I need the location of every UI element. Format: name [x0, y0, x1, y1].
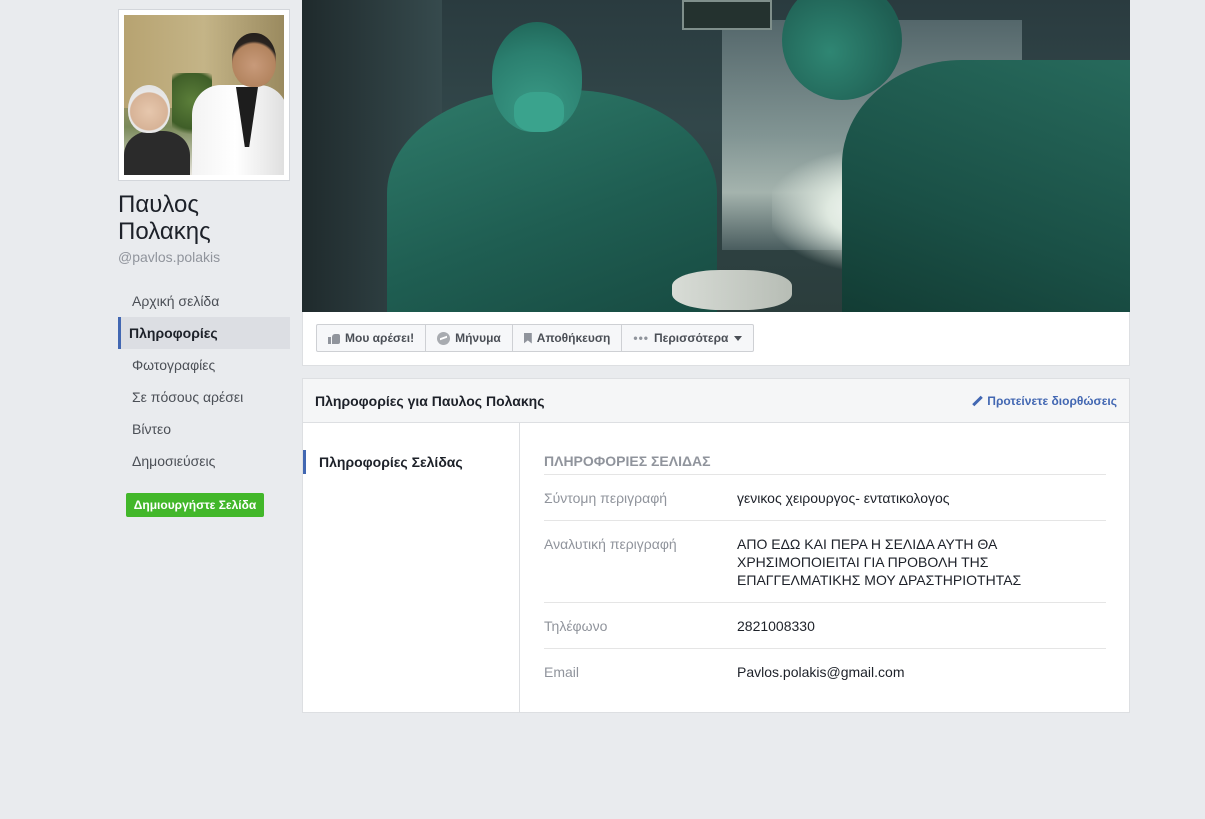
about-main: ΠΛΗΡΟΦΟΡΙΕΣ ΣΕΛΙΔΑΣ Σύντομη περιγραφή γε…: [544, 423, 1106, 694]
create-page-button[interactable]: Δημιουργήστε Σελίδα: [126, 493, 264, 517]
more-button[interactable]: ••• Περισσότερα: [621, 324, 755, 352]
messenger-icon: [437, 331, 451, 345]
about-card: Πληροφορίες για Παυλος Πολακης Προτείνετ…: [302, 378, 1130, 713]
message-button-label: Μήνυμα: [455, 331, 501, 345]
cover-photo[interactable]: [302, 0, 1130, 312]
side-item-page-info[interactable]: Πληροφορίες Σελίδας: [303, 450, 463, 474]
dots-icon: •••: [633, 331, 649, 345]
page-handle[interactable]: @pavlos.polakis: [118, 249, 220, 265]
bookmark-icon: [523, 332, 532, 344]
page-title: Παυλος Πολακης: [118, 191, 211, 245]
save-button[interactable]: Αποθήκευση: [511, 324, 623, 352]
like-button-label: Μου αρέσει!: [345, 331, 415, 345]
nav-item-about[interactable]: Πληροφορίες: [118, 317, 290, 349]
info-row-short-description: Σύντομη περιγραφή γενικος χειρουργος- εν…: [544, 475, 1106, 521]
info-label: Σύντομη περιγραφή: [544, 490, 668, 506]
like-button[interactable]: Μου αρέσει!: [316, 324, 427, 352]
caret-down-icon: [734, 335, 743, 341]
info-row-long-description: Αναλυτική περιγραφή ΑΠΟ ΕΔΩ ΚΑΙ ΠΕΡΑ Η Σ…: [544, 521, 1106, 603]
action-button-group: Μου αρέσει! Μήνυμα Αποθήκευση ••• Περισσ…: [316, 324, 755, 352]
pencil-icon: [973, 396, 983, 406]
info-label: Τηλέφωνο: [544, 618, 608, 634]
nav-item-home[interactable]: Αρχική σελίδα: [118, 285, 290, 317]
info-label: Email: [544, 664, 580, 680]
message-button[interactable]: Μήνυμα: [425, 324, 513, 352]
info-label: Αναλυτική περιγραφή: [544, 536, 677, 552]
info-row-email: Email Pavlos.polakis@gmail.com: [544, 649, 1106, 694]
profile-picture[interactable]: [118, 9, 290, 181]
about-title: Πληροφορίες για Παυλος Πολακης: [315, 393, 545, 409]
thumbs-up-icon: [328, 333, 340, 344]
info-value: 2821008330: [737, 618, 815, 634]
section-title: ΠΛΗΡΟΦΟΡΙΕΣ ΣΕΛΙΔΑΣ: [544, 454, 1106, 475]
info-row-phone: Τηλέφωνο 2821008330: [544, 603, 1106, 649]
page-action-bar: Μου αρέσει! Μήνυμα Αποθήκευση ••• Περισσ…: [302, 312, 1130, 366]
info-value: ΑΠΟ ΕΔΩ ΚΑΙ ΠΕΡΑ Η ΣΕΛΙΔΑ ΑΥΤΗ ΘΑ ΧΡΗΣΙΜ…: [737, 536, 1022, 588]
nav-item-likes[interactable]: Σε πόσους αρέσει: [118, 381, 290, 413]
nav-item-videos[interactable]: Βίντεο: [118, 413, 290, 445]
about-side-nav: Πληροφορίες Σελίδας: [303, 423, 520, 713]
suggest-edits-link[interactable]: Προτείνετε διορθώσεις: [973, 394, 1117, 408]
profile-photo: [124, 15, 284, 175]
about-header: Πληροφορίες για Παυλος Πολακης Προτείνετ…: [303, 379, 1129, 423]
nav-item-photos[interactable]: Φωτογραφίες: [118, 349, 290, 381]
info-value: γενικος χειρουργος- εντατικολογος: [737, 490, 950, 506]
left-nav: Αρχική σελίδα Πληροφορίες Φωτογραφίες Σε…: [118, 285, 290, 477]
suggest-edits-label: Προτείνετε διορθώσεις: [987, 394, 1117, 408]
save-button-label: Αποθήκευση: [536, 331, 611, 345]
nav-item-posts[interactable]: Δημοσιεύσεις: [118, 445, 290, 477]
more-button-label: Περισσότερα: [653, 331, 729, 345]
email-link[interactable]: Pavlos.polakis@gmail.com: [737, 663, 1106, 681]
